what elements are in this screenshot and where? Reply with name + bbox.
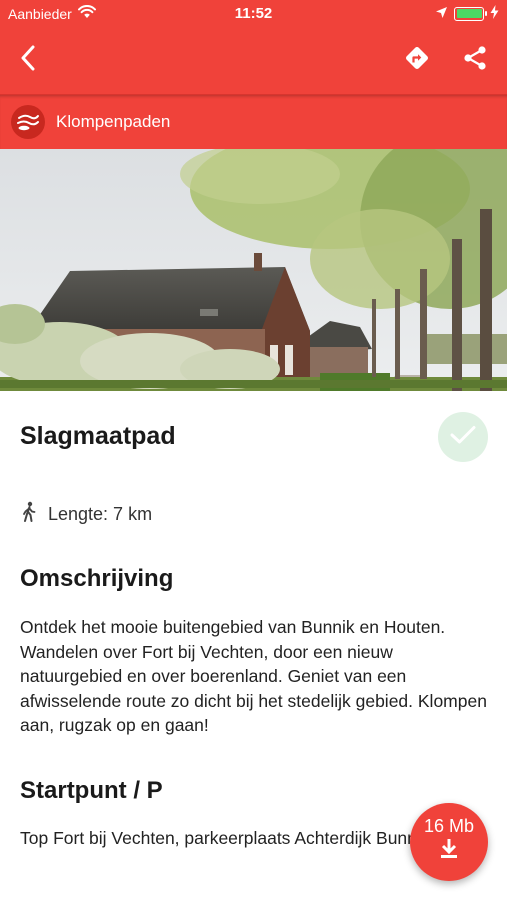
route-length: Lengte: 7 km: [20, 501, 152, 528]
download-size: 16 Mb: [423, 816, 475, 836]
back-button[interactable]: [10, 42, 46, 78]
download-icon: [438, 837, 460, 864]
battery-icon: [454, 6, 487, 21]
klompenpaden-logo: [11, 105, 45, 139]
description-text: Ontdek het mooie buitengebied van Bunnik…: [20, 617, 487, 735]
download-button[interactable]: 16 Mb: [410, 803, 488, 881]
directions-button[interactable]: [399, 42, 435, 78]
navigation-bar: [0, 28, 507, 94]
location-arrow-icon: [435, 6, 448, 22]
provider-name: Klompenpaden: [56, 112, 171, 131]
status-right: [435, 5, 499, 22]
charging-bolt-icon: [490, 5, 499, 22]
battery-level: [456, 9, 482, 18]
route-title: Slagmaatpad: [20, 422, 176, 450]
check-icon: [450, 425, 476, 450]
walking-person-icon: [20, 501, 38, 528]
clock: 11:52: [234, 5, 273, 22]
directions-icon: [404, 45, 430, 76]
route-hero-image: [0, 149, 507, 391]
share-button[interactable]: [457, 42, 493, 78]
back-chevron-icon: [20, 45, 36, 76]
route-length-text: Lengte: 7 km: [48, 504, 153, 524]
start-heading: Startpunt / P: [20, 777, 163, 804]
description-heading: Omschrijving: [20, 565, 174, 592]
visited-toggle[interactable]: [438, 412, 488, 462]
provider-bar[interactable]: Klompenpaden: [0, 94, 507, 149]
share-icon: [462, 45, 488, 76]
status-bar: Aanbieder 11:52: [0, 0, 507, 28]
